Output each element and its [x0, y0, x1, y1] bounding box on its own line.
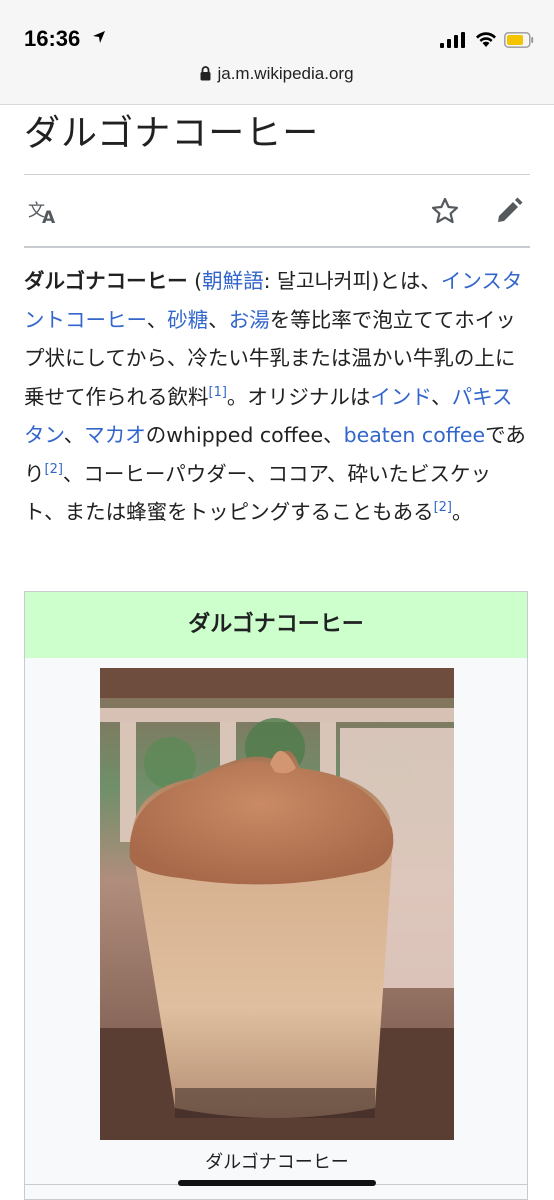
- text-run: 、: [146, 307, 168, 332]
- dalgona-coffee-photo[interactable]: [100, 668, 454, 1140]
- url-bar[interactable]: ja.m.wikipedia.org: [0, 64, 554, 84]
- status-bar: 16:36 ja.m.wikipedia.org: [0, 0, 554, 105]
- link-sugar[interactable]: 砂糖: [167, 308, 208, 332]
- edit-pencil-icon[interactable]: [494, 196, 524, 226]
- language-icon[interactable]: 文 A: [28, 198, 60, 226]
- text-run: 、: [431, 384, 452, 409]
- page-actions-toolbar: 文 A: [24, 190, 530, 234]
- title-divider: [24, 174, 530, 175]
- battery-icon: [504, 32, 534, 48]
- svg-text:A: A: [42, 208, 56, 226]
- text-run: 、: [63, 423, 85, 447]
- text-run: (: [187, 269, 203, 293]
- page-title: ダルゴナコーヒー: [24, 113, 320, 154]
- watch-star-icon[interactable]: [430, 196, 460, 226]
- text-run: 。オリジナルは: [226, 384, 371, 409]
- home-indicator[interactable]: [178, 1180, 376, 1186]
- toolbar-divider: [24, 246, 530, 248]
- lock-icon: [200, 66, 211, 81]
- footnote-ref-2b[interactable]: [2]: [434, 500, 452, 515]
- link-korean-language[interactable]: 朝鮮語: [202, 269, 264, 293]
- link-hot-water[interactable]: お湯: [229, 308, 270, 332]
- infobox: ダルゴナコーヒー ダルゴナコーヒー: [24, 591, 528, 1200]
- location-arrow-icon: [93, 31, 105, 43]
- link-beaten-coffee[interactable]: beaten coffee: [344, 423, 486, 447]
- text-run: : 달고나커피)とは、: [263, 269, 441, 293]
- infobox-heading: ダルゴナコーヒー: [25, 592, 527, 658]
- photo-caption: ダルゴナコーヒー: [205, 1152, 349, 1173]
- footnote-ref-1[interactable]: [1]: [209, 385, 227, 400]
- cellular-signal-icon: [440, 32, 465, 48]
- link-india[interactable]: インド: [370, 385, 431, 409]
- status-time: 16:36: [24, 26, 81, 51]
- text-run: のwhipped coffee、: [145, 423, 344, 447]
- wifi-icon: [476, 32, 496, 47]
- footnote-ref-2[interactable]: [2]: [45, 462, 63, 477]
- url-text: ja.m.wikipedia.org: [217, 64, 354, 83]
- article-paragraph: ダルゴナコーヒー (朝鮮語: 달고나커피)とは、インスタントコーヒー、砂糖、お湯…: [24, 262, 530, 532]
- link-macau[interactable]: マカオ: [84, 423, 146, 447]
- text-run: 、: [208, 307, 229, 332]
- article-subject: ダルゴナコーヒー: [24, 269, 188, 293]
- text-run: 、コーヒーパウダー、ココア、砕いたビスケット、または蜂蜜をトッピングすることもあ…: [24, 461, 491, 525]
- text-run: 。: [452, 500, 473, 524]
